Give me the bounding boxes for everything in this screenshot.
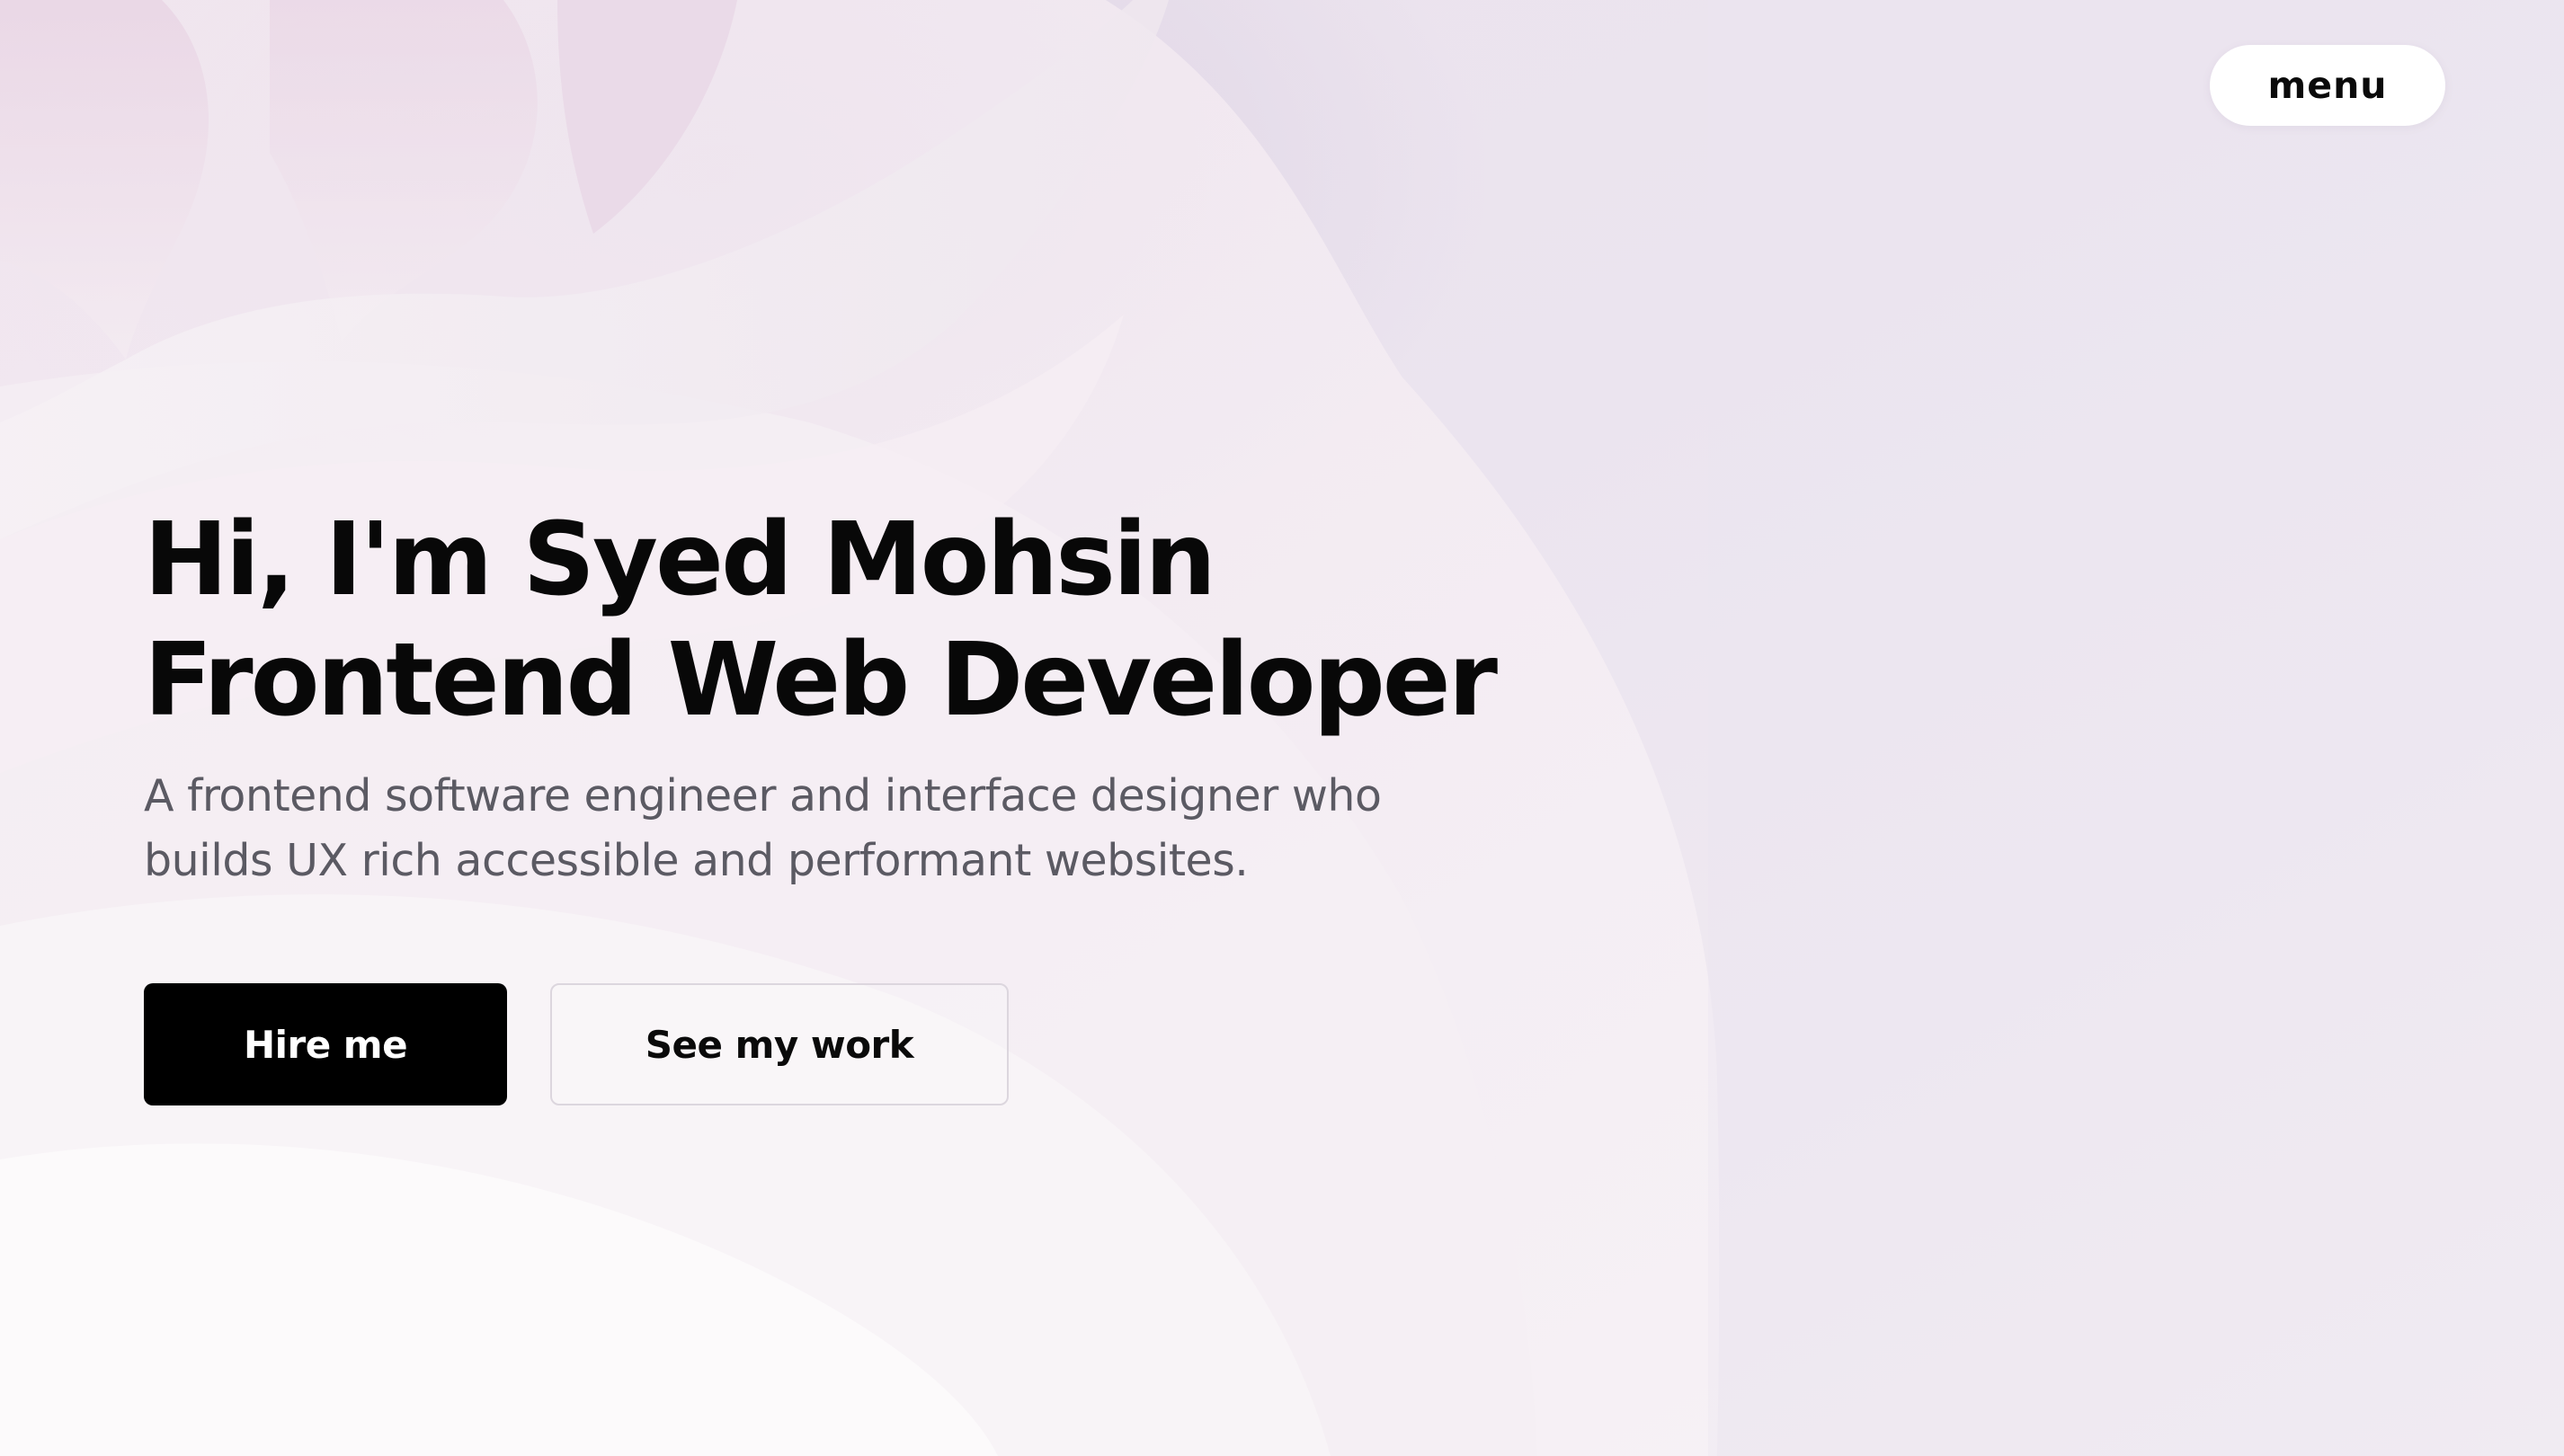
menu-button[interactable]: menu [2210,45,2445,126]
see-my-work-button[interactable]: See my work [550,983,1009,1105]
hero-actions: Hire me See my work [144,983,1009,1105]
hero-title-role: Frontend Web Developer [144,622,1498,739]
hero-section: Hi, I'm Syed Mohsin Frontend Web Develop… [144,500,1498,893]
hero-title: Hi, I'm Syed Mohsin Frontend Web Develop… [144,500,1498,741]
hero-title-greeting: Hi, I'm Syed Mohsin [144,502,1216,618]
hero-description: A frontend software engineer and interfa… [144,770,1382,886]
hire-me-button[interactable]: Hire me [144,983,507,1105]
